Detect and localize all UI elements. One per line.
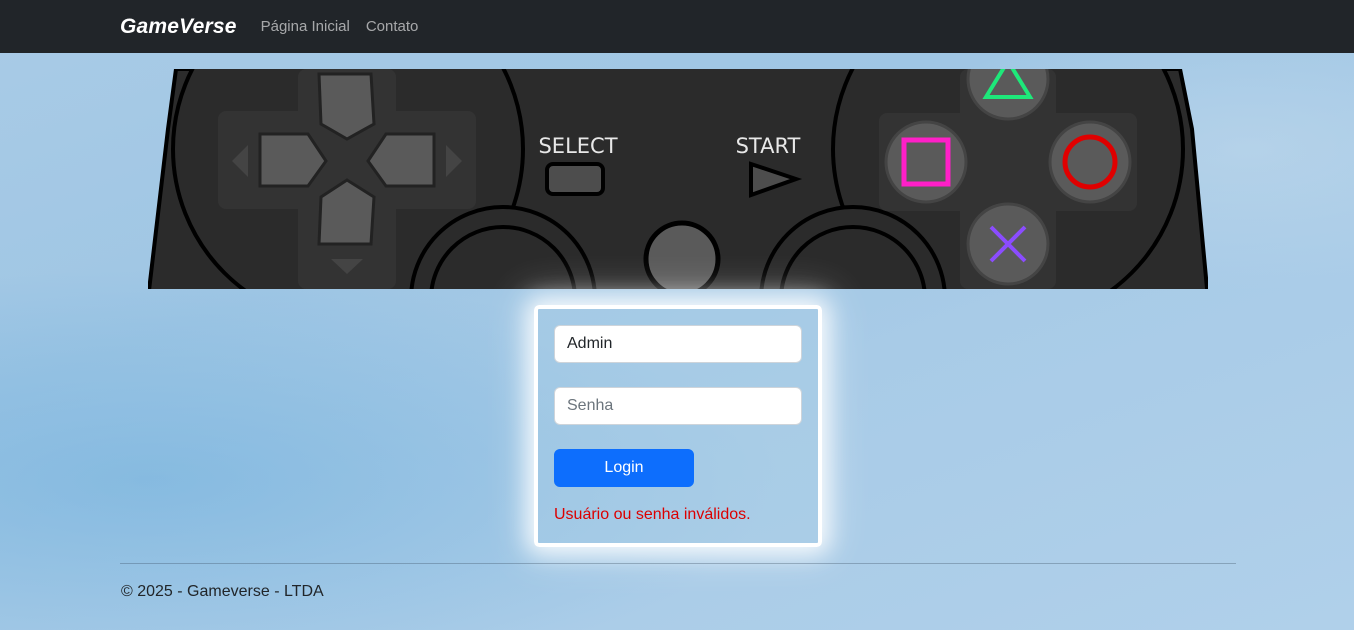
- select-label: SELECT: [538, 134, 617, 158]
- brand-logo[interactable]: GameVerse: [120, 15, 237, 39]
- gamepad-banner: SELECT START: [148, 69, 1208, 289]
- login-button[interactable]: Login: [554, 449, 694, 487]
- dpad-up: [317, 72, 376, 141]
- username-field[interactable]: [554, 325, 802, 363]
- select-button-shape: [545, 162, 605, 196]
- gamepad-illustration: SELECT START: [148, 69, 1208, 289]
- nav-link-contact[interactable]: Contato: [366, 18, 419, 35]
- nav-link-home[interactable]: Página Inicial: [261, 18, 350, 35]
- home-button-shape: [643, 220, 721, 289]
- footer-divider: [120, 563, 1236, 564]
- start-label: START: [736, 134, 801, 158]
- error-message: Usuário ou senha inválidos.: [554, 506, 751, 523]
- login-form: Login Usuário ou senha inválidos.: [534, 305, 822, 547]
- footer-copyright: © 2025 - Gameverse - LTDA: [121, 583, 324, 600]
- password-field[interactable]: [554, 387, 802, 425]
- navbar: GameVerse Página Inicial Contato: [0, 0, 1354, 53]
